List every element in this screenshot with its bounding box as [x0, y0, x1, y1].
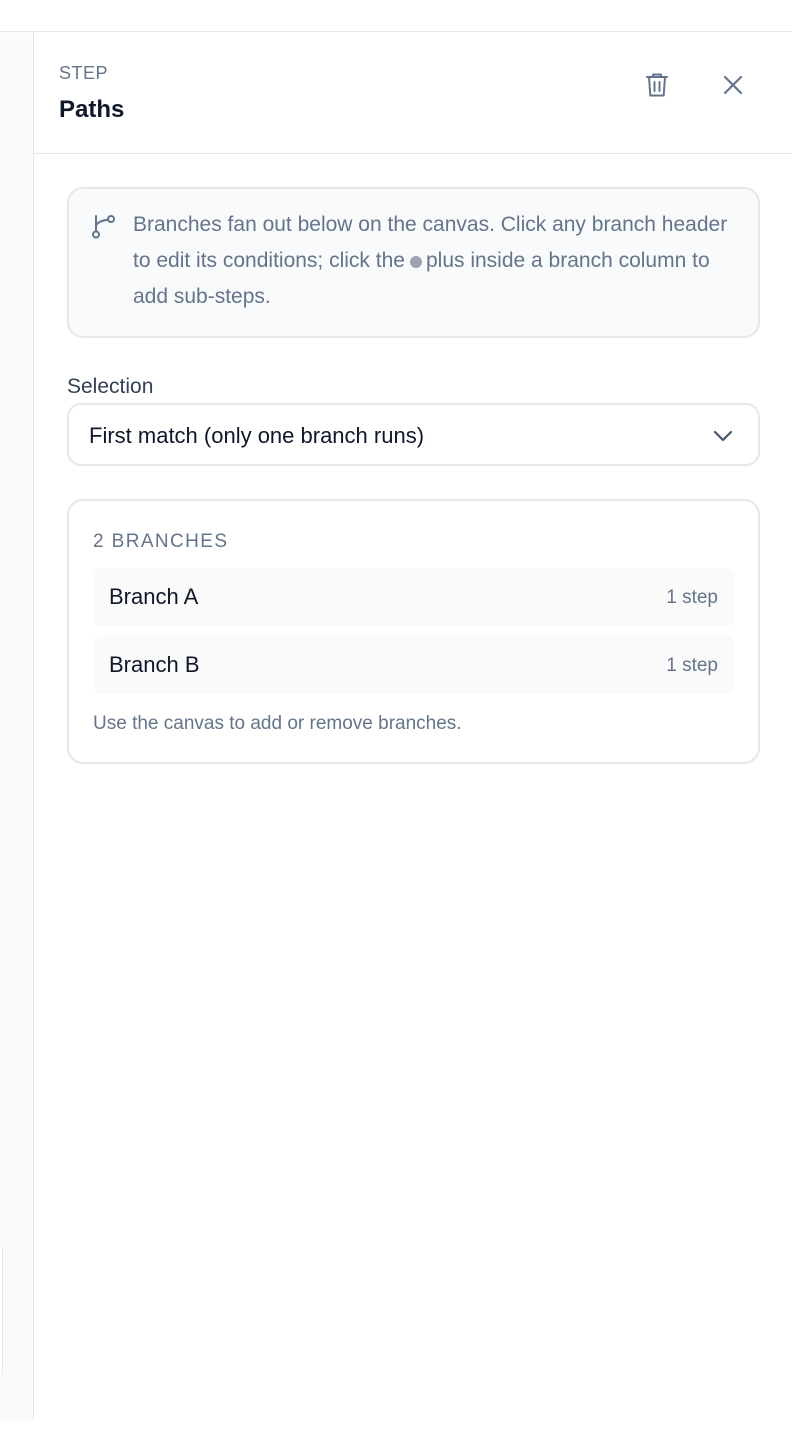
- close-panel-button[interactable]: [714, 66, 752, 104]
- top-bar: [0, 0, 792, 32]
- branch-row-a[interactable]: Branch A 1 step: [93, 568, 734, 626]
- add-dot-icon: [409, 256, 422, 268]
- branch-name: Branch A: [109, 584, 199, 609]
- paths-info-callout: Branches fan out below on the canvas. Cl…: [67, 187, 760, 338]
- step-settings-panel: STEP Paths Branches fan out below on the…: [33, 32, 792, 1420]
- branch-row-b[interactable]: Branch B 1 step: [93, 636, 734, 694]
- delete-step-button[interactable]: [638, 66, 676, 104]
- branch-name: Branch B: [109, 652, 200, 677]
- step-kicker: STEP: [59, 63, 109, 83]
- selection-value: First match (only one branch runs): [89, 423, 425, 448]
- selection-label: Selection: [67, 375, 154, 398]
- trash-icon: [646, 73, 668, 97]
- canvas-node-edge[interactable]: [0, 1245, 3, 1375]
- chevron-down-icon: [713, 430, 733, 442]
- info-text: Branches fan out below on the canvas. Cl…: [133, 207, 743, 315]
- step-title: Paths: [59, 96, 125, 123]
- branch-step-count: 1 step: [666, 655, 718, 676]
- branches-card: 2 BRANCHES Branch A 1 step Branch B 1 st…: [67, 499, 760, 764]
- panel-header: STEP Paths: [34, 32, 792, 154]
- branches-heading: 2 BRANCHES: [93, 531, 229, 552]
- close-icon: [723, 75, 743, 95]
- canvas-area[interactable]: [0, 33, 33, 1420]
- branches-hint: Use the canvas to add or remove branches…: [93, 713, 462, 734]
- branch-fork-icon: [92, 215, 115, 239]
- branch-step-count: 1 step: [666, 587, 718, 608]
- selection-dropdown[interactable]: First match (only one branch runs): [67, 403, 760, 466]
